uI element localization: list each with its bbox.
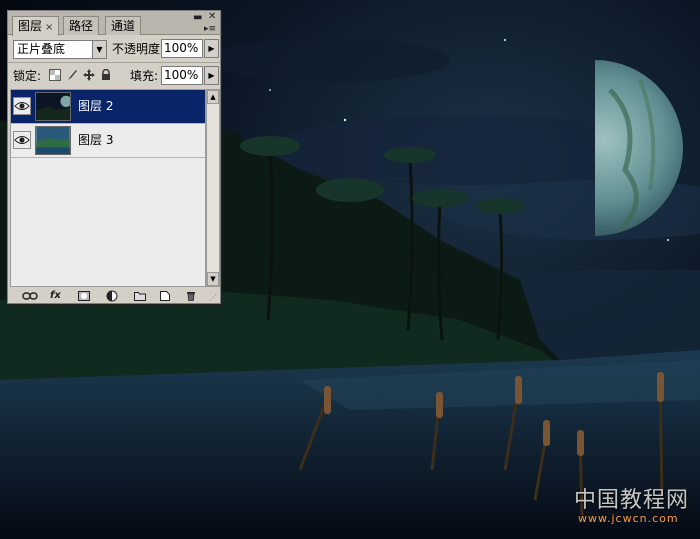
visibility-toggle[interactable] <box>13 131 31 149</box>
eye-icon <box>14 136 30 144</box>
tab-layers-label: 图层 <box>18 19 43 33</box>
new-layer-icon[interactable] <box>160 291 170 301</box>
trash-icon[interactable] <box>186 290 196 301</box>
layer-list: 图层 2 图层 3 <box>10 89 206 287</box>
chevron-down-icon[interactable]: ▼ <box>92 41 106 58</box>
layer-list-scrollbar[interactable]: ▲ ▼ <box>206 89 220 287</box>
fx-icon[interactable]: fx <box>50 290 61 302</box>
lock-move-icon[interactable] <box>83 69 95 81</box>
minimize-icon[interactable]: ▬ <box>193 13 202 23</box>
adjustment-icon[interactable] <box>106 290 118 302</box>
panel-menu-icon[interactable]: ▸≡ <box>204 24 216 34</box>
layer-thumbnail <box>35 92 71 121</box>
scroll-down-icon[interactable]: ▼ <box>207 272 219 286</box>
layer-thumbnail <box>35 126 71 155</box>
fill-slider-arrow-icon[interactable]: ▶ <box>204 66 219 85</box>
layer-row-3[interactable]: 图层 3 <box>11 124 205 158</box>
opacity-slider-arrow-icon[interactable]: ▶ <box>204 39 219 58</box>
panel-tab-bar: 图层 × 路径 通道 ▬ ✕ ▸≡ <box>8 11 220 36</box>
blend-mode-value: 正片叠底 <box>17 42 66 56</box>
tab-channels-label: 通道 <box>111 19 136 33</box>
tab-layers[interactable]: 图层 × <box>12 16 60 36</box>
folder-icon[interactable] <box>134 291 146 301</box>
lock-transparent-icon[interactable] <box>49 69 61 81</box>
resize-grip-icon[interactable]: ⋰ <box>209 292 217 304</box>
tab-paths[interactable]: 路径 <box>63 16 100 35</box>
tab-paths-label: 路径 <box>69 19 94 33</box>
layer-name: 图层 2 <box>78 99 114 113</box>
panel-bottom-toolbar: fx ⋰ <box>8 289 220 303</box>
watermark-title: 中国教程网 <box>574 488 690 513</box>
tab-close-icon[interactable]: × <box>45 22 53 33</box>
layers-panel: 图层 × 路径 通道 ▬ ✕ ▸≡ 正片叠底 ▼ 不透明度: 100% ▶ 锁定: <box>7 10 221 304</box>
tab-channels[interactable]: 通道 <box>105 16 142 35</box>
opacity-input[interactable]: 100% <box>161 39 203 58</box>
blend-row: 正片叠底 ▼ 不透明度: 100% ▶ <box>8 36 220 61</box>
scroll-up-icon[interactable]: ▲ <box>207 90 219 104</box>
eye-icon <box>14 102 30 110</box>
layer-row-2[interactable]: 图层 2 <box>11 90 205 124</box>
fill-label: 填充: <box>130 69 159 83</box>
close-icon[interactable]: ✕ <box>208 12 216 22</box>
fill-input[interactable]: 100% <box>161 66 203 85</box>
mask-icon[interactable] <box>78 291 90 301</box>
watermark-url: www.jcwcn.com <box>578 512 679 525</box>
lock-row: 锁定: 填充: 100% ▶ <box>8 63 220 89</box>
lock-all-icon[interactable] <box>100 69 112 81</box>
opacity-label: 不透明度: <box>112 42 165 56</box>
layer-name: 图层 3 <box>78 133 114 147</box>
link-icon[interactable] <box>22 291 38 301</box>
lock-label: 锁定: <box>13 69 42 83</box>
lock-brush-icon[interactable] <box>66 69 78 81</box>
blend-mode-select[interactable]: 正片叠底 ▼ <box>13 40 107 59</box>
visibility-toggle[interactable] <box>13 97 31 115</box>
